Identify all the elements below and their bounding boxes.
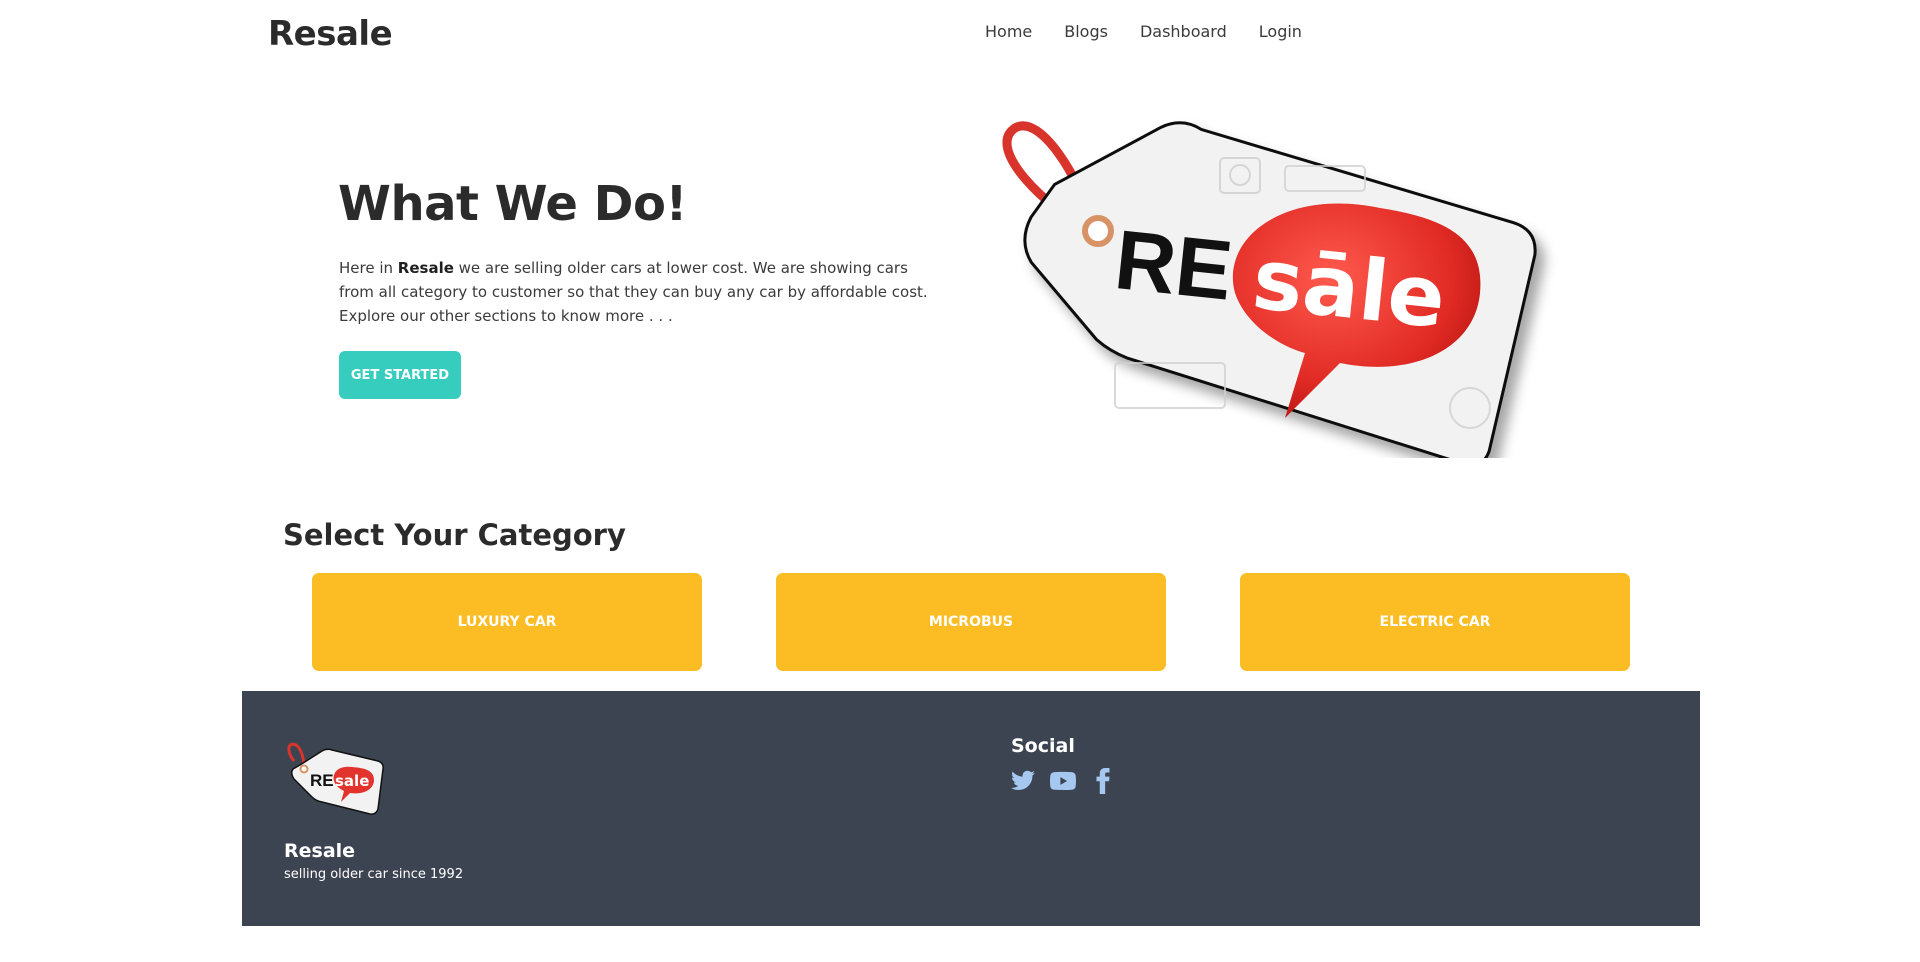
navbar: Resale Home Blogs Dashboard Login <box>0 0 1920 70</box>
hero-title: What We Do! <box>338 176 687 232</box>
twitter-icon[interactable] <box>1010 768 1036 794</box>
nav-item-dashboard: Dashboard <box>1140 22 1227 41</box>
social-icons <box>1010 768 1116 794</box>
hero-text-pre: Here in <box>339 259 398 277</box>
nav-item-blogs: Blogs <box>1064 22 1108 41</box>
nav-menu: Home Blogs Dashboard Login <box>985 22 1334 41</box>
hero-description: Here in Resale we are selling older cars… <box>339 256 939 328</box>
nav-link-blogs[interactable]: Blogs <box>1064 22 1108 41</box>
category-microbus-button[interactable]: MICROBUS <box>776 573 1166 671</box>
facebook-icon[interactable] <box>1090 768 1116 794</box>
social-title: Social <box>1011 735 1075 757</box>
nav-link-home[interactable]: Home <box>985 22 1032 41</box>
footer-resale-logo: RE sale <box>287 742 384 815</box>
youtube-icon[interactable] <box>1050 768 1076 794</box>
nav-link-login[interactable]: Login <box>1259 22 1302 41</box>
nav-item-home: Home <box>985 22 1032 41</box>
tag-re-text: RE <box>1111 212 1237 318</box>
footer-tagline: selling older car since 1992 <box>284 867 464 882</box>
nav-link-dashboard[interactable]: Dashboard <box>1140 22 1227 41</box>
brand-logo-text[interactable]: Resale <box>268 14 393 54</box>
category-electric-car-button[interactable]: ELECTRIC CAR <box>1240 573 1630 671</box>
hero-text-brand: Resale <box>397 259 454 277</box>
get-started-button[interactable]: GET STARTED <box>339 351 461 399</box>
nav-item-login: Login <box>1259 22 1302 41</box>
category-luxury-car-button[interactable]: LUXURY CAR <box>312 573 702 671</box>
category-heading: Select Your Category <box>283 518 626 552</box>
resale-tag-image: RE sāle <box>1002 121 1537 458</box>
tag-sale-text: sāle <box>1248 230 1450 348</box>
footer-logo-sale-text: sale <box>335 772 369 790</box>
footer-logo-re-text: RE <box>310 771 334 790</box>
footer-brand: Resale <box>284 840 356 862</box>
footer: RE sale Resale selling older car since 1… <box>242 691 1700 926</box>
